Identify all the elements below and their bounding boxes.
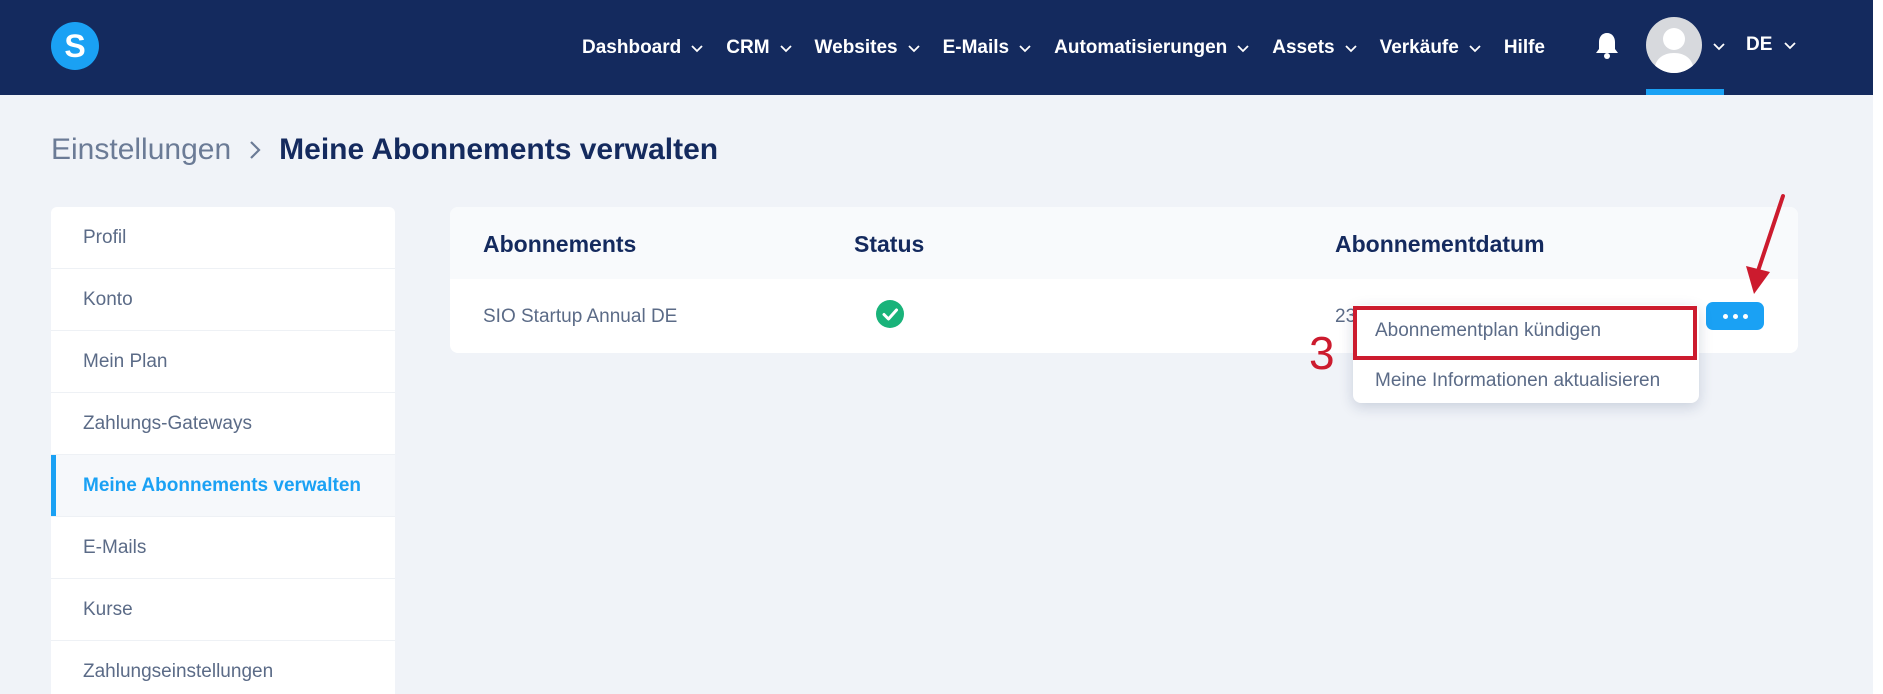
chevron-down-icon: [1019, 44, 1031, 52]
breadcrumb-settings-link[interactable]: Einstellungen: [51, 133, 231, 167]
nav-websites[interactable]: Websites: [815, 37, 921, 59]
sidebar-item-manage-subscriptions[interactable]: Meine Abonnements verwalten: [51, 455, 395, 517]
nav-sales[interactable]: Verkäufe: [1380, 37, 1482, 59]
sidebar-item-my-plan[interactable]: Mein Plan: [51, 331, 395, 393]
main-nav: Dashboard CRM Websites E-Mails Automatis…: [582, 0, 1567, 95]
nav-dashboard[interactable]: Dashboard: [582, 37, 704, 59]
annotation-arrow-icon: [1746, 194, 1785, 294]
column-header-status: Status: [854, 231, 925, 257]
chevron-down-icon: [1784, 42, 1797, 50]
logo-letter: S: [64, 27, 86, 64]
user-avatar[interactable]: [1646, 17, 1702, 73]
more-actions-button[interactable]: [1706, 302, 1764, 330]
nav-crm[interactable]: CRM: [726, 37, 792, 59]
chevron-down-icon[interactable]: [1712, 39, 1726, 53]
sidebar-item-account[interactable]: Konto: [51, 269, 395, 331]
chevron-down-icon: [1344, 44, 1357, 52]
chevron-down-icon: [779, 44, 792, 52]
chevron-down-icon: [1237, 44, 1249, 52]
sidebar-item-profile[interactable]: Profil: [51, 207, 395, 269]
sidebar-item-payment-settings[interactable]: Zahlungseinstellungen: [51, 641, 395, 694]
page-title: Meine Abonnements verwalten: [279, 133, 719, 166]
annotation-step-number: 3: [1309, 327, 1335, 379]
top-navbar: S Dashboard CRM Websites E-Mails Automat…: [0, 0, 1873, 95]
subscription-name: SIO Startup Annual DE: [483, 306, 678, 327]
nav-automations[interactable]: Automatisierungen: [1054, 37, 1250, 59]
breadcrumb: Einstellungen Meine Abonnements verwalte…: [51, 133, 718, 167]
menu-item-update-info[interactable]: Meine Informationen aktualisieren: [1375, 370, 1660, 392]
column-header-subscriptions: Abonnements: [483, 231, 637, 257]
user-silhouette-icon: [1654, 28, 1694, 73]
notification-bell-icon[interactable]: [1594, 30, 1620, 60]
dot-icon: [1742, 313, 1748, 319]
column-header-date: Abonnementdatum: [1335, 231, 1545, 257]
settings-sidebar: Profil Konto Mein Plan Zahlungs-Gateways…: [51, 207, 395, 694]
chevron-down-icon: [691, 44, 703, 52]
dot-icon: [1732, 313, 1738, 319]
language-selector[interactable]: DE: [1746, 34, 1797, 56]
status-check-icon: [876, 300, 904, 328]
chevron-down-icon: [1469, 44, 1481, 52]
sidebar-item-payment-gateways[interactable]: Zahlungs-Gateways: [51, 393, 395, 455]
nav-help[interactable]: Hilfe: [1504, 37, 1545, 59]
chevron-down-icon: [907, 44, 920, 52]
nav-emails[interactable]: E-Mails: [943, 37, 1033, 59]
table-header: Abonnements Status Abonnementdatum: [450, 207, 1798, 279]
nav-assets[interactable]: Assets: [1272, 37, 1357, 59]
dot-icon: [1722, 313, 1728, 319]
sidebar-item-emails[interactable]: E-Mails: [51, 517, 395, 579]
active-nav-indicator: [1646, 89, 1724, 95]
chevron-right-icon: [250, 141, 261, 159]
sidebar-item-courses[interactable]: Kurse: [51, 579, 395, 641]
annotation-highlight-box: [1353, 306, 1697, 360]
page-edge: [1873, 0, 1883, 694]
systeme-logo[interactable]: S: [51, 22, 99, 70]
